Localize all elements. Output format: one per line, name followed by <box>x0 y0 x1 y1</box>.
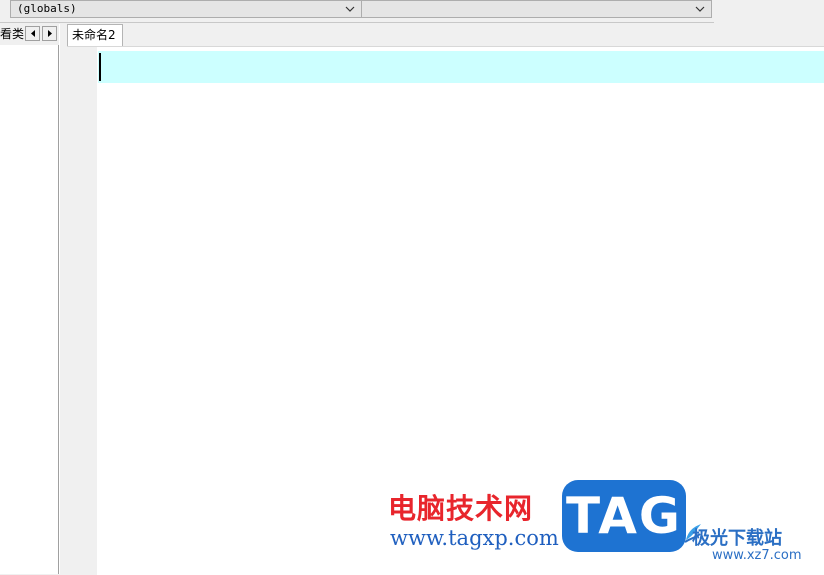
text-caret <box>99 53 101 81</box>
left-panel-tabstrip: 看类 <box>0 24 60 44</box>
triangle-left-icon <box>31 30 35 37</box>
editor-gutter <box>67 47 97 575</box>
chevron-down-icon <box>695 6 705 12</box>
current-line-highlight <box>98 51 824 83</box>
watermark-site-name: 极光下载站 <box>692 528 782 549</box>
scope-combo[interactable]: (globals) <box>10 0 362 18</box>
document-tab-label: 未命名2 <box>72 28 116 42</box>
chevron-down-icon <box>345 6 355 12</box>
tab-scroll-right-button[interactable] <box>42 26 57 41</box>
left-panel-tab[interactable]: 看类 <box>0 24 26 44</box>
watermark-site-url: www.xz7.com <box>712 548 802 563</box>
triangle-right-icon <box>48 30 52 37</box>
watermark-title: 电脑技术网 <box>388 492 534 525</box>
tab-scroll-left-button[interactable] <box>25 26 40 41</box>
watermark-url: www.tagxp.com <box>390 526 559 550</box>
watermark-logo-text: TAG <box>566 487 682 545</box>
member-combo[interactable] <box>361 0 712 18</box>
left-panel[interactable] <box>0 45 59 574</box>
tab-document[interactable]: 未命名2 <box>67 24 123 46</box>
combo-toolbar: (globals) <box>0 0 714 23</box>
scope-combo-value: (globals) <box>17 2 77 15</box>
watermark-logo: TAG <box>562 480 686 552</box>
